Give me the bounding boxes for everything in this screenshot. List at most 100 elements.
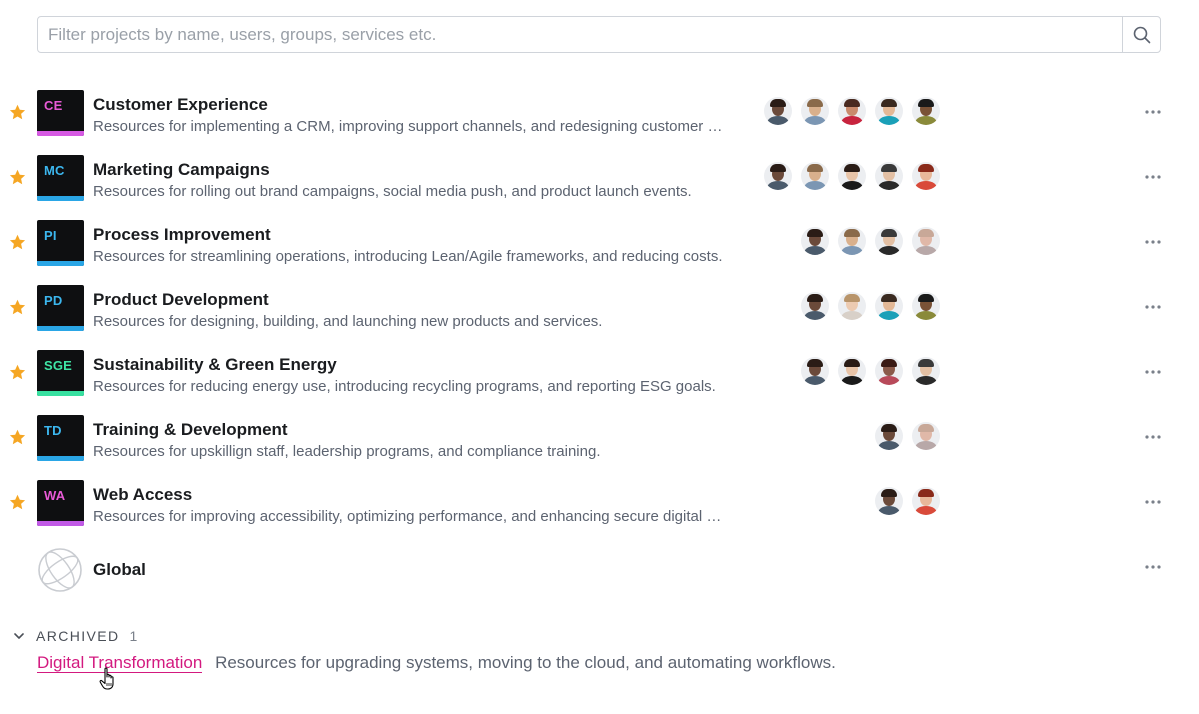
more-options-button[interactable]: [1143, 362, 1163, 382]
project-abbr: PD: [44, 293, 63, 308]
search-bar: [37, 16, 1161, 53]
project-row[interactable]: MC Marketing Campaigns Resources for rol…: [0, 145, 1199, 210]
avatar[interactable]: [838, 162, 866, 190]
project-logo: CE: [37, 90, 84, 136]
globe-icon: [38, 548, 82, 592]
more-icon: [1145, 305, 1161, 309]
search-input[interactable]: [38, 17, 1122, 52]
member-avatars: [875, 487, 940, 515]
more-icon: [1145, 110, 1161, 114]
member-avatars: [801, 357, 940, 385]
avatar[interactable]: [838, 97, 866, 125]
project-stripe: [37, 196, 84, 201]
project-title[interactable]: Sustainability & Green Energy: [93, 355, 337, 375]
more-options-button[interactable]: [1143, 167, 1163, 187]
project-row[interactable]: TD Training & Development Resources for …: [0, 405, 1199, 470]
star-icon[interactable]: [9, 364, 26, 381]
project-description: Resources for streamlining operations, i…: [93, 248, 723, 265]
search-icon: [1133, 26, 1150, 43]
project-description: Resources for implementing a CRM, improv…: [93, 118, 723, 135]
more-options-button[interactable]: [1143, 557, 1163, 577]
project-abbr: TD: [44, 423, 62, 438]
project-logo: MC: [37, 155, 84, 201]
avatar[interactable]: [912, 227, 940, 255]
avatar[interactable]: [764, 162, 792, 190]
more-icon: [1145, 565, 1161, 569]
archived-project-link[interactable]: Digital Transformation: [37, 653, 203, 673]
avatar[interactable]: [875, 487, 903, 515]
more-options-button[interactable]: [1143, 232, 1163, 252]
project-title[interactable]: Web Access: [93, 485, 192, 505]
project-title[interactable]: Marketing Campaigns: [93, 160, 270, 180]
project-abbr: CE: [44, 98, 63, 113]
avatar[interactable]: [912, 162, 940, 190]
avatar[interactable]: [912, 357, 940, 385]
more-options-button[interactable]: [1143, 492, 1163, 512]
more-options-button[interactable]: [1143, 427, 1163, 447]
project-logo: SGE: [37, 350, 84, 396]
star-icon[interactable]: [9, 429, 26, 446]
project-description: Resources for upskillign staff, leadersh…: [93, 443, 601, 460]
archived-label: ARCHIVED: [36, 628, 120, 644]
project-abbr: WA: [44, 488, 66, 503]
avatar[interactable]: [912, 97, 940, 125]
project-row[interactable]: PI Process Improvement Resources for str…: [0, 210, 1199, 275]
project-abbr: MC: [44, 163, 65, 178]
global-row[interactable]: Global: [0, 535, 1199, 600]
more-icon: [1145, 370, 1161, 374]
project-abbr: SGE: [44, 358, 73, 373]
avatar[interactable]: [875, 97, 903, 125]
global-title[interactable]: Global: [93, 560, 146, 580]
star-icon[interactable]: [9, 169, 26, 186]
member-avatars: [764, 162, 940, 190]
star-icon[interactable]: [9, 299, 26, 316]
more-icon: [1145, 240, 1161, 244]
project-row[interactable]: CE Customer Experience Resources for imp…: [0, 80, 1199, 145]
project-row[interactable]: WA Web Access Resources for improving ac…: [0, 470, 1199, 535]
more-icon: [1145, 435, 1161, 439]
project-title[interactable]: Product Development: [93, 290, 269, 310]
avatar[interactable]: [764, 97, 792, 125]
more-icon: [1145, 175, 1161, 179]
project-stripe: [37, 521, 84, 526]
star-icon[interactable]: [9, 494, 26, 511]
project-title[interactable]: Training & Development: [93, 420, 288, 440]
archived-toggle[interactable]: ARCHIVED 1: [12, 628, 137, 644]
avatar[interactable]: [875, 227, 903, 255]
project-logo: WA: [37, 480, 84, 526]
more-options-button[interactable]: [1143, 297, 1163, 317]
avatar[interactable]: [801, 357, 829, 385]
project-logo: TD: [37, 415, 84, 461]
search-button[interactable]: [1122, 17, 1160, 52]
avatar[interactable]: [838, 292, 866, 320]
avatar[interactable]: [912, 487, 940, 515]
member-avatars: [875, 422, 940, 450]
avatar[interactable]: [801, 227, 829, 255]
project-row[interactable]: PD Product Development Resources for des…: [0, 275, 1199, 340]
project-description: Resources for improving accessibility, o…: [93, 508, 723, 525]
avatar[interactable]: [875, 357, 903, 385]
avatar[interactable]: [838, 357, 866, 385]
avatar[interactable]: [875, 422, 903, 450]
member-avatars: [801, 292, 940, 320]
avatar[interactable]: [875, 162, 903, 190]
project-title[interactable]: Customer Experience: [93, 95, 268, 115]
archived-item: Digital Transformation Resources for upg…: [37, 653, 836, 673]
more-options-button[interactable]: [1143, 102, 1163, 122]
avatar[interactable]: [875, 292, 903, 320]
project-description: Resources for reducing energy use, intro…: [93, 378, 716, 395]
avatar[interactable]: [801, 97, 829, 125]
avatar[interactable]: [912, 422, 940, 450]
project-row[interactable]: SGE Sustainability & Green Energy Resour…: [0, 340, 1199, 405]
avatar[interactable]: [838, 227, 866, 255]
star-icon[interactable]: [9, 234, 26, 251]
star-icon[interactable]: [9, 104, 26, 121]
avatar[interactable]: [801, 292, 829, 320]
more-icon: [1145, 500, 1161, 504]
avatar[interactable]: [912, 292, 940, 320]
hand-cursor-icon: [99, 667, 114, 690]
avatar[interactable]: [801, 162, 829, 190]
project-title[interactable]: Process Improvement: [93, 225, 271, 245]
project-description: Resources for rolling out brand campaign…: [93, 183, 692, 200]
member-avatars: [764, 97, 940, 125]
